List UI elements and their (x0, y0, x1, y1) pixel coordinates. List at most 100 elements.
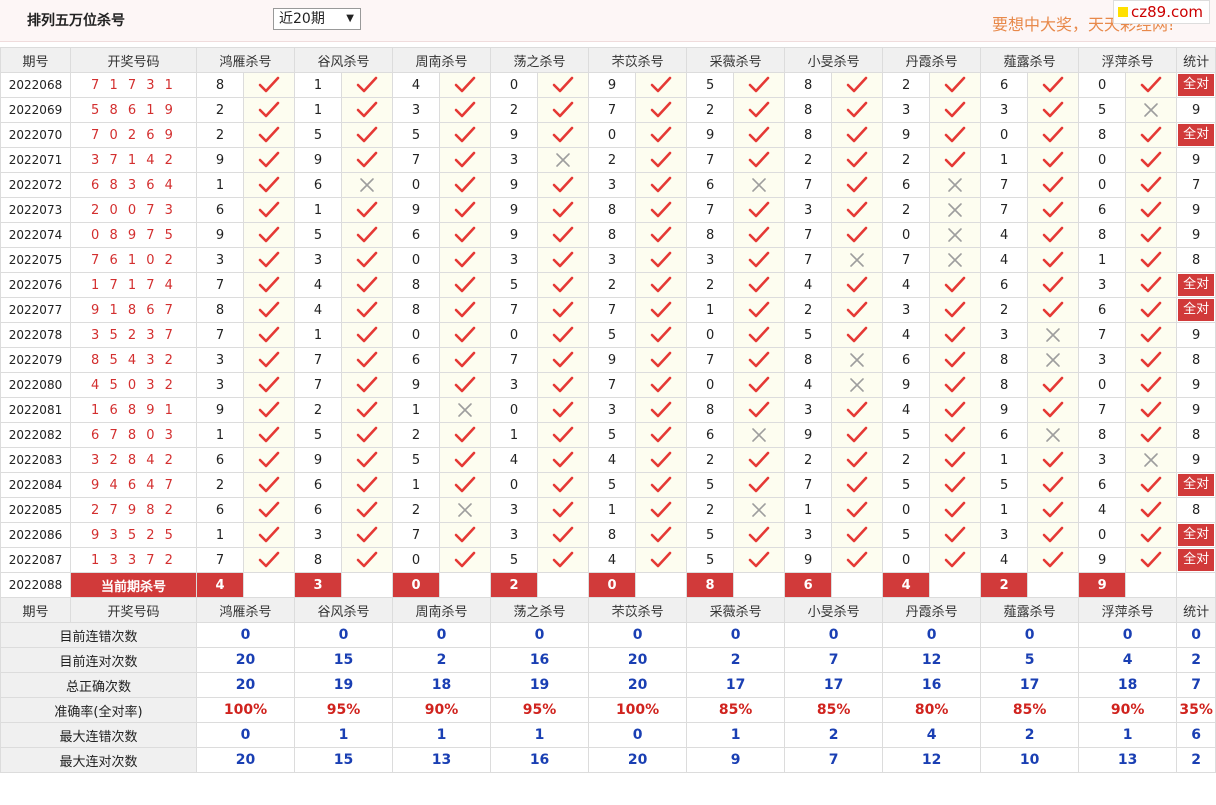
draw-numbers: 9 4 6 4 7 (70, 472, 197, 498)
kill-number: 5 (686, 522, 735, 548)
current-kill-blank (242, 572, 296, 598)
result-correct (929, 347, 982, 373)
result-wrong (1125, 97, 1178, 123)
draw-numbers: 1 7 1 7 4 (70, 272, 197, 298)
summary-value: 0 (1176, 622, 1216, 648)
kill-number: 9 (882, 122, 931, 148)
result-correct (1125, 522, 1178, 548)
cross-icon (1144, 453, 1158, 467)
current-kill-number: 9 (1078, 572, 1127, 598)
result-correct (1125, 472, 1178, 498)
summary-value: 0 (490, 622, 590, 648)
kill-number: 7 (784, 172, 833, 198)
all-correct-badge: 全对 (1178, 474, 1215, 496)
check-icon (454, 276, 476, 293)
check-icon (356, 376, 378, 393)
kill-number: 8 (196, 297, 244, 323)
kill-number: 8 (294, 547, 343, 573)
table-row: 2022084 9 4 6 4 7 2 6 1 0 5 5 7 5 5 6 全对 (0, 472, 1216, 498)
kill-number: 9 (490, 172, 539, 198)
cross-icon (850, 378, 864, 392)
kill-number: 3 (588, 247, 637, 273)
check-icon (356, 101, 378, 118)
summary-value: 9 (686, 747, 786, 773)
all-correct-badge: 全对 (1178, 124, 1215, 146)
check-icon (748, 526, 770, 543)
current-kill-number: 2 (980, 572, 1029, 598)
kill-number: 0 (392, 172, 441, 198)
result-correct (635, 497, 688, 523)
result-correct (733, 197, 786, 223)
site-badge[interactable]: cz89.com (1113, 0, 1210, 24)
kill-number: 1 (294, 72, 343, 98)
kill-number: 6 (392, 347, 441, 373)
check-icon (356, 351, 378, 368)
kill-number: 6 (196, 447, 244, 473)
draw-numbers: 6 7 8 0 3 (70, 422, 197, 448)
table-row: 2022072 6 8 3 6 41 6 0 9 3 6 7 6 7 0 7 (0, 172, 1216, 198)
kill-number: 0 (392, 322, 441, 348)
result-correct (341, 347, 394, 373)
check-icon (1042, 476, 1064, 493)
check-icon (552, 451, 574, 468)
cross-icon (752, 503, 766, 517)
period-select[interactable]: 近20期 ▼ (273, 8, 361, 30)
check-icon (356, 151, 378, 168)
result-correct (635, 297, 688, 323)
current-kill-number: 3 (294, 572, 343, 598)
badge-dot-icon (1118, 7, 1128, 17)
result-correct (831, 272, 884, 298)
issue-number: 2022072 (0, 172, 71, 198)
kill-number: 5 (1078, 97, 1127, 123)
col-header-expert: 芣苡杀号 (588, 597, 688, 623)
result-correct (537, 372, 590, 398)
col-header-expert: 谷风杀号 (294, 597, 394, 623)
result-correct (439, 197, 492, 223)
result-correct (242, 72, 296, 98)
all-correct-badge: 全对 (1178, 299, 1215, 321)
kill-number: 8 (588, 197, 637, 223)
col-header-expert: 周南杀号 (392, 597, 492, 623)
result-correct (439, 247, 492, 273)
check-icon (748, 301, 770, 318)
issue-number: 2022073 (0, 197, 71, 223)
kill-number: 3 (490, 497, 539, 523)
result-correct (439, 97, 492, 123)
kill-number: 7 (490, 297, 539, 323)
result-correct (341, 322, 394, 348)
col-header-expert: 小旻杀号 (784, 597, 884, 623)
kill-number: 6 (882, 347, 931, 373)
table-row: 2022069 5 8 6 1 921327283359 (0, 97, 1216, 123)
result-correct (439, 372, 492, 398)
result-correct (929, 147, 982, 173)
result-correct (1027, 372, 1080, 398)
check-icon (748, 251, 770, 268)
result-correct (242, 422, 296, 448)
result-correct (242, 447, 296, 473)
kill-number: 2 (980, 297, 1029, 323)
correct-count: 9 (1192, 377, 1201, 393)
kill-number: 4 (1078, 497, 1127, 523)
kill-number: 2 (196, 97, 244, 123)
kill-number: 2 (882, 147, 931, 173)
summary-value: 4 (882, 722, 982, 748)
kill-number: 0 (490, 72, 539, 98)
check-icon (650, 76, 672, 93)
check-icon (356, 401, 378, 418)
current-kill-blank (733, 572, 786, 598)
site-name: cz89.com (1131, 3, 1204, 21)
col-header-expert: 丹霞杀号 (882, 47, 982, 73)
kill-number: 2 (392, 422, 441, 448)
row-stat: 7 (1176, 172, 1216, 198)
result-correct (635, 72, 688, 98)
row-stat: 全对 (1176, 472, 1216, 498)
result-correct (242, 397, 296, 423)
check-icon (1140, 251, 1162, 268)
summary-label: 最大连对次数 (0, 747, 197, 773)
check-icon (356, 226, 378, 243)
result-correct (537, 72, 590, 98)
check-icon (258, 526, 280, 543)
kill-number: 1 (980, 447, 1029, 473)
row-stat: 9 (1176, 147, 1216, 173)
table-row: 2022077 9 1 8 6 7 8 4 8 7 7 1 2 3 2 6 全对 (0, 297, 1216, 323)
